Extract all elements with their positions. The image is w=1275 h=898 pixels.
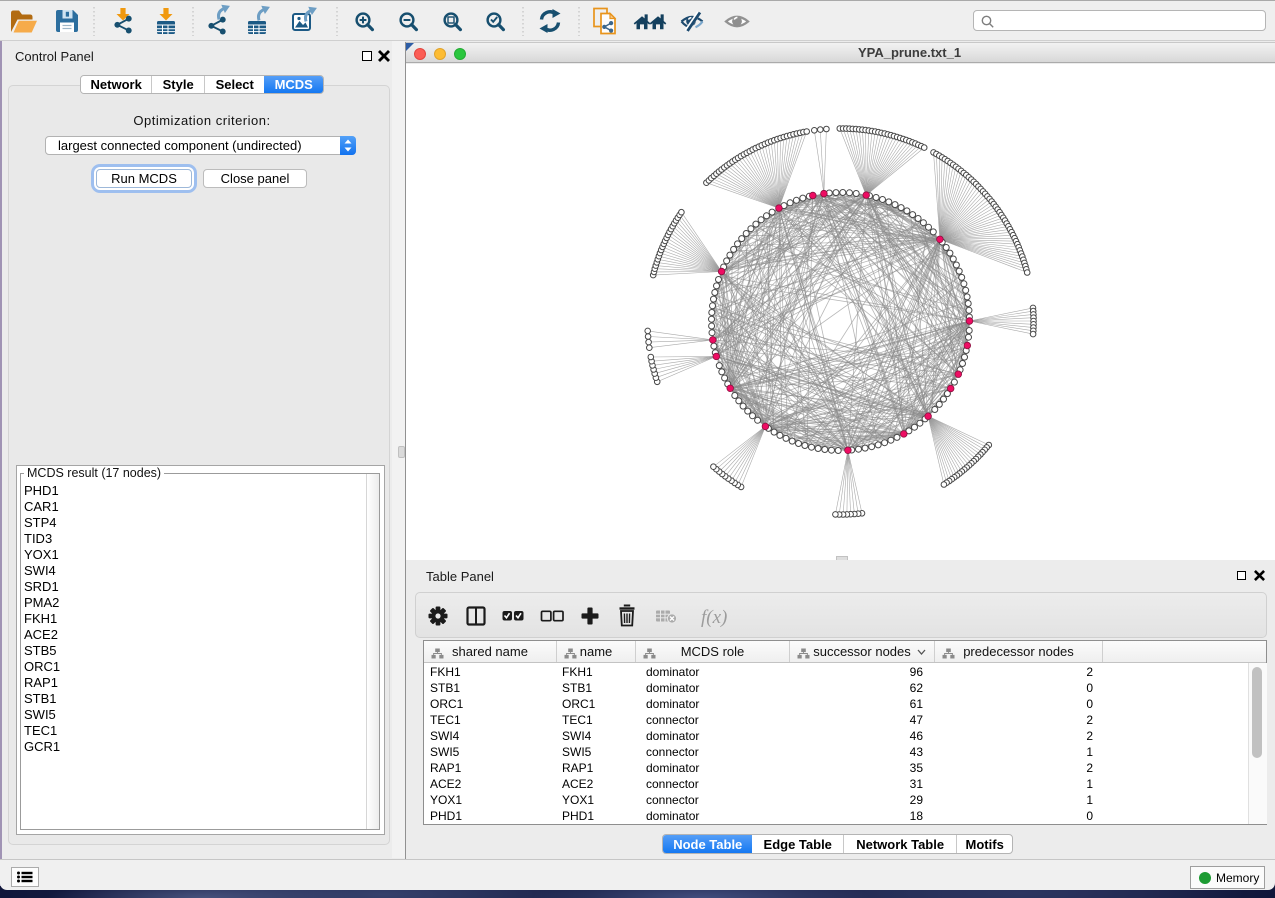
svg-text:f(x): f(x) bbox=[701, 607, 727, 628]
